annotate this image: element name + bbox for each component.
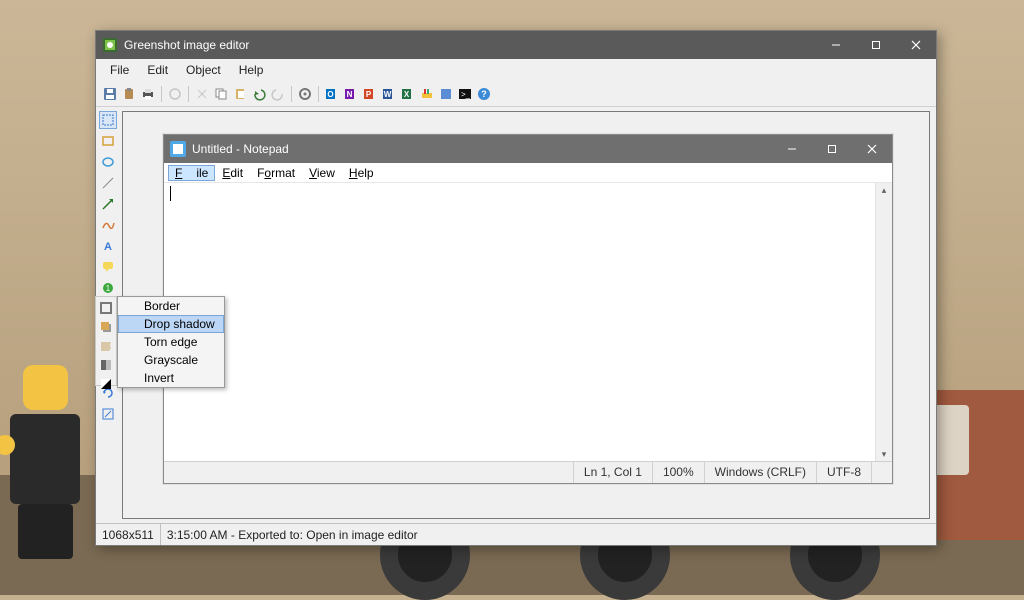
svg-text:?: ? xyxy=(481,89,487,99)
svg-text:1: 1 xyxy=(106,284,111,293)
notepad-status-zoom: 100% xyxy=(652,462,704,483)
effects-item-torn-edge[interactable]: Torn edge xyxy=(118,333,224,351)
tool-rect-icon[interactable] xyxy=(99,132,117,150)
svg-text:O: O xyxy=(327,90,333,99)
toolbar-sep xyxy=(161,86,162,102)
redo-icon[interactable] xyxy=(270,86,286,102)
fx-border-icon[interactable] xyxy=(97,300,115,316)
notepad-menu-view[interactable]: View xyxy=(302,165,342,181)
excel-icon[interactable]: X xyxy=(400,86,416,102)
word-icon[interactable]: W xyxy=(381,86,397,102)
scroll-up-icon[interactable]: ▴ xyxy=(879,185,889,195)
notepad-text-area[interactable]: ▴ ▾ xyxy=(164,183,892,461)
tool-text-icon[interactable]: A xyxy=(99,237,117,255)
notepad-close-button[interactable] xyxy=(852,135,892,163)
greenshot-statusbar: 1068x511 3:15:00 AM - Exported to: Open … xyxy=(96,523,936,545)
text-cursor xyxy=(170,186,171,201)
menu-help[interactable]: Help xyxy=(231,61,272,79)
undo-icon[interactable] xyxy=(251,86,267,102)
notepad-menu-file[interactable]: File xyxy=(168,165,215,181)
toolbar-sep xyxy=(318,86,319,102)
onenote-icon[interactable]: N xyxy=(343,86,359,102)
effects-popup: Border Drop shadow Torn edge Grayscale I… xyxy=(117,296,225,388)
notepad-scrollbar[interactable]: ▴ ▾ xyxy=(875,183,892,461)
notepad-status-pos: Ln 1, Col 1 xyxy=(573,462,652,483)
notepad-titlebar[interactable]: Untitled - Notepad xyxy=(164,135,892,163)
greenshot-canvas[interactable]: Untitled - Notepad File Edit Format View… xyxy=(122,111,930,519)
tool-resize-icon[interactable] xyxy=(99,405,117,423)
close-button[interactable] xyxy=(896,31,936,59)
effects-item-grayscale[interactable]: Grayscale xyxy=(118,351,224,369)
greenshot-menubar: File Edit Object Help xyxy=(96,59,936,81)
maximize-button[interactable] xyxy=(856,31,896,59)
menu-edit[interactable]: Edit xyxy=(139,61,176,79)
status-size: 1068x511 xyxy=(96,524,161,545)
undo-disabled-icon xyxy=(167,86,183,102)
svg-text:W: W xyxy=(384,90,392,99)
notepad-status-enc: UTF-8 xyxy=(816,462,871,483)
notepad-menu-edit[interactable]: Edit xyxy=(215,165,250,181)
menu-file[interactable]: File xyxy=(102,61,137,79)
status-message: 3:15:00 AM - Exported to: Open in image … xyxy=(161,524,936,545)
fx-gray-icon[interactable] xyxy=(97,357,115,373)
notepad-menu-help[interactable]: Help xyxy=(342,165,381,181)
outlook-icon[interactable]: O xyxy=(324,86,340,102)
svg-text:X: X xyxy=(404,90,410,99)
toolbar-sep xyxy=(291,86,292,102)
minimize-button[interactable] xyxy=(816,31,856,59)
fx-invert-icon[interactable] xyxy=(97,376,115,392)
tool-ellipse-icon[interactable] xyxy=(99,153,117,171)
scroll-down-icon[interactable]: ▾ xyxy=(879,449,889,459)
svg-text:>_: >_ xyxy=(461,90,471,99)
paste-icon[interactable] xyxy=(232,86,248,102)
greenshot-app-icon xyxy=(102,37,118,53)
svg-text:A: A xyxy=(104,241,112,253)
menu-object[interactable]: Object xyxy=(178,61,229,79)
powerpoint-icon[interactable]: P xyxy=(362,86,378,102)
effects-item-invert[interactable]: Invert xyxy=(118,369,224,387)
mspaint-icon[interactable] xyxy=(419,86,435,102)
greenshot-titlebar[interactable]: Greenshot image editor xyxy=(96,31,936,59)
tool-arrow-icon[interactable] xyxy=(99,195,117,213)
notepad-statusbar: Ln 1, Col 1 100% Windows (CRLF) UTF-8 xyxy=(164,461,892,483)
notepad-menu-format[interactable]: Format xyxy=(250,165,302,181)
tool-line-icon[interactable] xyxy=(99,174,117,192)
settings-icon[interactable] xyxy=(297,86,313,102)
tool-freehand-icon[interactable] xyxy=(99,216,117,234)
notepad-maximize-button[interactable] xyxy=(812,135,852,163)
save-icon[interactable] xyxy=(102,86,118,102)
svg-text:N: N xyxy=(347,90,353,99)
effects-item-drop-shadow[interactable]: Drop shadow xyxy=(118,315,224,333)
notepad-minimize-button[interactable] xyxy=(772,135,812,163)
notepad-title: Untitled - Notepad xyxy=(192,142,772,156)
resize-grip-icon[interactable] xyxy=(871,462,892,483)
greenshot-window: Greenshot image editor File Edit Object … xyxy=(95,30,937,546)
tool-cursor-icon[interactable] xyxy=(99,111,117,129)
tool-speech-icon[interactable] xyxy=(99,258,117,276)
cut-icon[interactable] xyxy=(194,86,210,102)
fx-torn-icon[interactable] xyxy=(97,338,115,354)
effects-tool-column xyxy=(95,296,117,386)
print-icon[interactable] xyxy=(140,86,156,102)
copy-icon[interactable] xyxy=(213,86,229,102)
greenshot-toolbar: O N P W X >_ ? xyxy=(96,81,936,107)
cmd-icon[interactable]: >_ xyxy=(457,86,473,102)
notepad-window: Untitled - Notepad File Edit Format View… xyxy=(163,134,893,484)
notepad-menubar: File Edit Format View Help xyxy=(164,163,892,183)
greenshot-title: Greenshot image editor xyxy=(124,38,816,52)
toolbar-sep xyxy=(188,86,189,102)
effects-item-border[interactable]: Border xyxy=(118,297,224,315)
tool-counter-icon[interactable]: 1 xyxy=(99,279,117,297)
external-icon[interactable] xyxy=(438,86,454,102)
fx-shadow-icon[interactable] xyxy=(97,319,115,335)
notepad-app-icon xyxy=(170,141,186,157)
wallpaper-minifig xyxy=(5,365,85,565)
help-icon[interactable]: ? xyxy=(476,86,492,102)
clipboard-icon[interactable] xyxy=(121,86,137,102)
svg-text:P: P xyxy=(366,90,372,99)
notepad-status-eol: Windows (CRLF) xyxy=(704,462,816,483)
